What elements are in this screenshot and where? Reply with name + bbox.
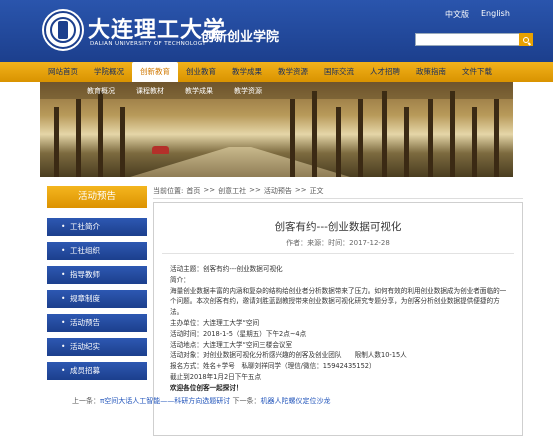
breadcrumb-link[interactable]: 首页 [186,186,200,196]
nav-item[interactable]: 创新教育 [132,62,178,82]
sidebar-menu: 工社简介工社组织指导教师规章制度活动预告活动纪实成员招募 [47,218,147,380]
article-title: 创客有约---创业数据可视化 [274,221,402,233]
tree-trunk [120,107,125,177]
nav-item[interactable]: 教学成果 [224,62,270,82]
article-paragraph: 主办单位：大连理工大学“空间 [170,318,260,327]
breadcrumb-separator: >> [249,186,261,194]
university-logo-icon[interactable] [44,11,82,49]
article-paragraph: 活动主题：创客有约---创业数据可视化 [170,265,283,273]
nav-item[interactable]: 教学资源 [270,62,316,82]
breadcrumb-separator: >> [203,186,216,194]
breadcrumb-prefix: 当前位置: [153,187,184,195]
breadcrumb-separator: >> [294,186,307,194]
tree-trunk [54,107,59,177]
next-label: 下一条： [232,397,261,405]
article-pager: 上一条：π空间大话人工智能——科研方向选题研讨 下一条：机器人陀螺仪定位沙龙 [72,396,330,406]
breadcrumb: 当前位置: 首页 >> 创意工社 >> 活动预告 >> 正文 [153,186,324,196]
divider [153,198,523,199]
article-paragraph: 海量创业数据丰富的内涵和复杂的结构给创业者分析数据带来了压力。如何有效的利用创业… [170,286,507,317]
tree-trunk [290,99,295,177]
tree-trunk [382,91,387,177]
tree-trunk [472,107,477,177]
language-switcher: 中文版 English [445,9,510,20]
next-article-link[interactable]: 机器人陀螺仪定位沙龙 [260,397,330,405]
article-body: 活动主题：创客有约---创业数据可视化 简介： 海量创业数据丰富的内涵和复杂的结构给… [170,264,510,394]
sub-nav-item[interactable]: 教学成果 [185,86,213,96]
sub-nav-item[interactable]: 教育概况 [87,86,115,96]
article-paragraph: 简介： [170,275,190,284]
sidebar-item[interactable]: 规章制度 [47,290,147,308]
tree-trunk [76,99,81,177]
article-paragraph: 截止到2018年1月2日下午五点 [170,372,262,381]
nav-item[interactable]: 文件下载 [454,62,500,82]
site-header: 大连理工大学 DALIAN UNIVERSITY OF TECHNOLOGY 创… [0,0,553,62]
article-paragraph: 活动地点：大连理工大学“空间三楼会议室 [170,340,293,349]
tree-trunk [358,99,363,177]
prev-label: 上一条： [72,397,100,405]
divider [162,253,514,254]
article-paragraph: 报名方式：姓名+学号 私聊刘祥同学（理信/微信：15942435152） [170,362,376,371]
nav-item[interactable]: 人才招聘 [362,62,408,82]
article-meta: 作者：来源：时间：2017-12-28 [286,239,390,247]
tree-trunk [404,107,409,177]
sidebar-item[interactable]: 成员招募 [47,362,147,380]
tree-trunk [428,99,433,177]
nav-item[interactable]: 网站首页 [40,62,86,82]
breadcrumb-link[interactable]: 活动预告 [264,186,292,196]
tree-trunk [98,91,103,177]
lang-chinese-link[interactable]: 中文版 [445,9,469,20]
nav-item[interactable]: 创业教育 [178,62,224,82]
breadcrumb-link: 正文 [309,187,324,195]
search-input[interactable] [415,33,530,46]
sidebar-item[interactable]: 指导教师 [47,266,147,284]
sidebar-item[interactable]: 工社组织 [47,242,147,260]
tree-trunk [450,91,455,177]
article-paragraph: 活动时间：2018-1-5（星期五）下午2点~4点 [170,329,307,338]
sidebar-item[interactable]: 活动预告 [47,314,147,332]
sub-nav-item[interactable]: 教学资源 [234,86,262,96]
nav-item[interactable]: 国际交流 [316,62,362,82]
article-paragraph: 活动对象：对创业数据可视化分析感兴趣的创客及创业团队 限制人数10-15人 [170,351,407,360]
sub-nav-item[interactable]: 课程教材 [136,86,164,96]
search-button[interactable] [519,33,533,46]
sidebar: 活动预告 工社简介工社组织指导教师规章制度活动预告活动纪实成员招募 [47,186,147,386]
prev-article-link[interactable]: π空间大话人工智能——科研方向选题研讨 [100,397,230,405]
main-nav: 网站首页 学院概况 创新教育 创业教育 教学成果 教学资源 国际交流 人才招聘 政策指南 文件下载 [0,62,553,82]
tree-trunk [494,99,499,177]
sidebar-title: 活动预告 [47,186,147,208]
university-name-en: DALIAN UNIVERSITY OF TECHNOLOGY [90,41,207,47]
nav-item[interactable]: 政策指南 [408,62,454,82]
tree-trunk [312,91,317,177]
nav-item[interactable]: 学院概况 [86,62,132,82]
article-paragraph: 欢迎各位创客一起探讨！ [170,383,243,392]
college-name[interactable]: 创新创业学院 [201,26,279,45]
breadcrumb-link[interactable]: 创意工社 [218,186,246,196]
sub-nav: 教育概况 课程教材 教学成果 教学资源 [40,82,513,99]
sidebar-item[interactable]: 工社简介 [47,218,147,236]
tree-trunk [336,107,341,177]
search-icon [523,36,529,43]
lang-english-link[interactable]: English [481,9,510,20]
sidebar-item[interactable]: 活动纪实 [47,338,147,356]
